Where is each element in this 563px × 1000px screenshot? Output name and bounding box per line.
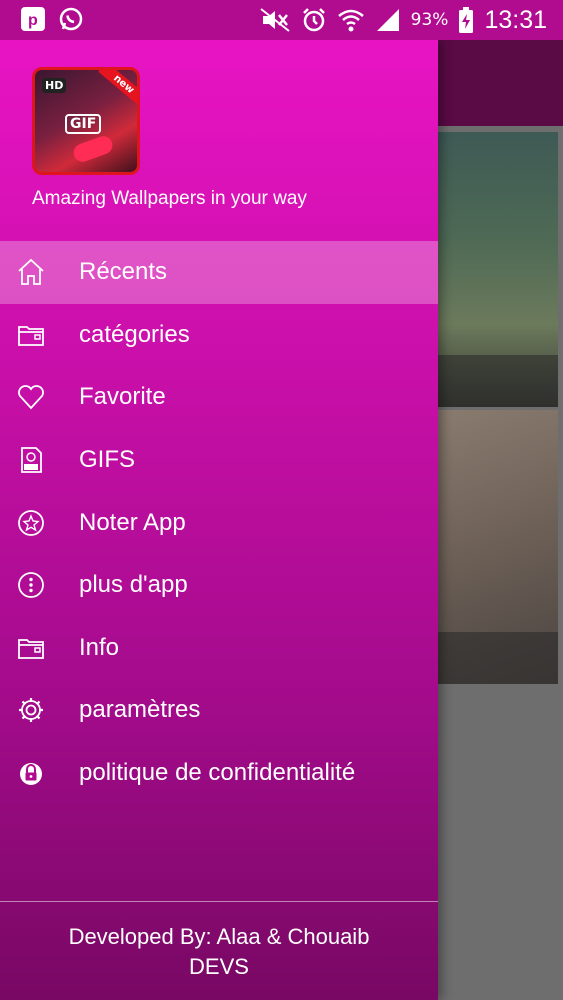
wallpaper-card [438,132,558,407]
folder-icon [16,320,46,350]
heart-icon [16,382,46,412]
menu-item-label: Info [79,633,120,661]
star-icon [16,508,46,538]
menu-item-categories[interactable]: catégories [0,304,438,367]
lock-icon [16,758,46,788]
app-tagline: Amazing Wallpapers in your way [32,188,307,209]
menu-item-recents[interactable]: Récents [0,241,438,304]
signal-icon [375,7,401,33]
menu-item-label: plus d'app [79,571,188,599]
logo-hd-badge: HD [42,78,67,93]
menu-item-label: Favorite [79,383,166,411]
background-app-bar [438,40,563,126]
footer-divider [0,901,438,902]
menu-item-settings[interactable]: paramètres [0,679,438,742]
wallpaper-card [438,410,558,684]
svg-text:p: p [28,12,38,29]
logo-guitar-graphic [71,133,115,165]
menu-item-more-apps[interactable]: plus d'app [0,554,438,617]
clock: 13:31 [484,5,547,34]
logo-new-ribbon: new [98,70,137,108]
developer-credit-line1: Developed By: Alaa & Chouaib [68,924,370,949]
menu-item-label: catégories [79,320,190,348]
notification-app-icon: p [20,6,46,32]
home-icon [16,257,46,287]
alarm-icon [301,7,327,33]
folder-icon [16,633,46,663]
menu-item-rate-app[interactable]: Noter App [0,491,438,554]
developer-credit-line2: DEVS [189,954,249,979]
logo-gif-badge: GIF [65,114,102,134]
menu-item-label: paramètres [79,696,201,724]
app-logo: HD new GIF [32,67,140,175]
navigation-drawer: HD new GIF Amazing Wallpapers in your wa… [0,40,438,1000]
menu-item-favorite[interactable]: Favorite [0,366,438,429]
menu-item-info[interactable]: Info [0,617,438,680]
menu-item-gifs[interactable]: GIFS [0,429,438,492]
battery-charging-icon [458,6,474,34]
battery-percent: 93% [410,10,449,30]
menu-item-label: Noter App [79,508,186,536]
status-bar: p 93% 13:31 [0,0,563,40]
menu-item-label: Récents [79,258,168,286]
whatsapp-icon [58,6,84,32]
wifi-icon [337,7,365,33]
gif-file-icon [16,445,46,475]
drawer-menu: Récents catégories Favorite GIFS Noter A… [0,241,438,804]
more-dots-icon [16,570,46,600]
menu-item-label: GIFS [79,446,136,474]
mute-icon [259,7,291,33]
menu-item-privacy-policy[interactable]: politique de confidentialité [0,742,438,805]
menu-item-label: politique de confidentialité [79,759,356,787]
developer-credit: Developed By: Alaa & Chouaib DEVS [0,922,438,982]
gear-icon [16,695,46,725]
